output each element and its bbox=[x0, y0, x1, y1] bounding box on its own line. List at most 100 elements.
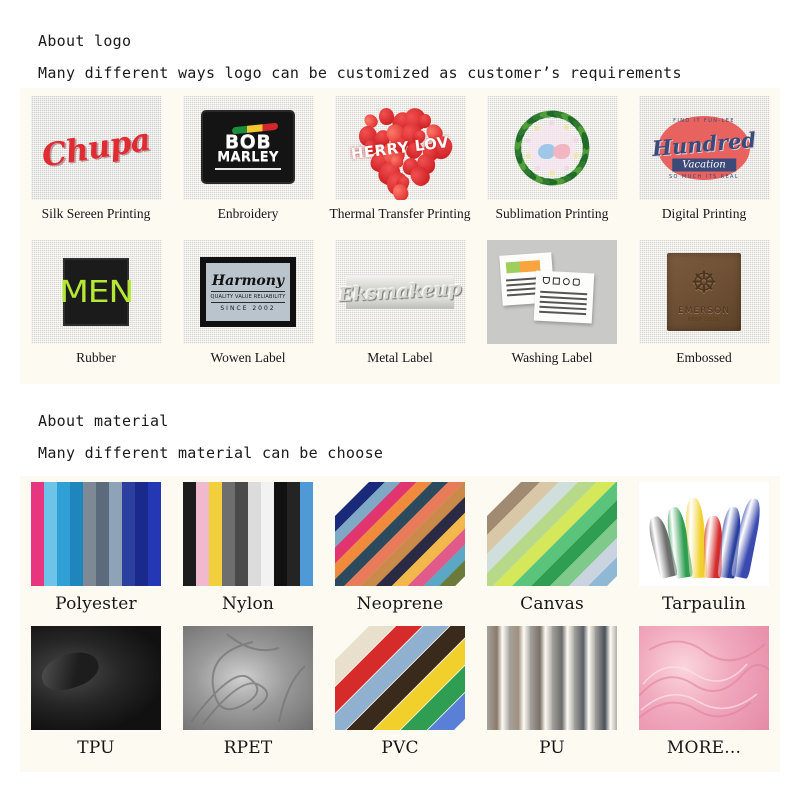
care-label-back bbox=[533, 270, 595, 324]
material-section-title: About material bbox=[38, 412, 169, 430]
material-item-label: TPU bbox=[77, 738, 115, 758]
emerson-subtext: KEEP COOL bbox=[687, 317, 721, 323]
wreath-flower bbox=[549, 120, 555, 126]
fabric-strip bbox=[83, 482, 96, 586]
fabric-strip bbox=[109, 482, 122, 586]
material-item-more[interactable]: MORE... bbox=[628, 626, 780, 758]
logo-item-metal-label[interactable]: Eksmakeup Metal Label bbox=[324, 240, 476, 366]
logo-item-embroidery[interactable]: BOB MARLEY Enbroidery bbox=[172, 96, 324, 222]
fabric-strip bbox=[31, 482, 44, 586]
vacation-ribbon: Vacation bbox=[672, 158, 736, 172]
fabric-strip bbox=[274, 482, 287, 586]
fabric-strip bbox=[222, 482, 235, 586]
pu-roll bbox=[508, 626, 531, 730]
material-grid-row-2: TPU RPET PVC PU MORE... bbox=[20, 626, 780, 758]
nylon-image bbox=[183, 482, 313, 586]
washing-label-image bbox=[487, 240, 617, 344]
wreath-flower bbox=[549, 170, 555, 176]
pu-roll bbox=[595, 626, 617, 730]
fabric-strip bbox=[57, 482, 70, 586]
embroidery-image: BOB MARLEY bbox=[183, 96, 313, 200]
thermal-transfer-image: HERRY LOV bbox=[335, 96, 465, 200]
logo-item-label: Rubber bbox=[76, 350, 116, 365]
fabric-strip bbox=[44, 482, 57, 586]
material-item-rpet[interactable]: RPET bbox=[172, 626, 324, 758]
logo-item-woven-label[interactable]: Harmony QUALITY VALUE RELIABILITY SINCE … bbox=[172, 240, 324, 366]
bob-text: BOB bbox=[224, 130, 272, 153]
harmony-tagline: QUALITY VALUE RELIABILITY bbox=[210, 293, 286, 300]
digital-printing-image: FIND IT FUN-LEE Hundred Vacation SO MUCH… bbox=[639, 96, 769, 200]
material-item-canvas[interactable]: Canvas bbox=[476, 482, 628, 614]
material-grid-row-1: Polyester Nylon Neoprene Canvas Tarpauli… bbox=[20, 482, 780, 614]
wreath-flower bbox=[525, 138, 531, 144]
logo-item-label: Wowen Label bbox=[210, 350, 286, 365]
men-text: MEN bbox=[59, 274, 134, 310]
fabric-strip bbox=[70, 482, 83, 586]
pu-roll bbox=[573, 626, 596, 730]
logo-item-label: Digital Printing bbox=[661, 206, 747, 221]
fabric-strip bbox=[300, 482, 313, 586]
polyester-image bbox=[31, 482, 161, 586]
wreath-flower bbox=[525, 153, 531, 159]
material-item-pvc[interactable]: PVC bbox=[324, 626, 476, 758]
logo-section-subtitle: Many different ways logo can be customiz… bbox=[38, 64, 682, 82]
material-item-label: Polyester bbox=[55, 594, 137, 614]
tarpaulin-image bbox=[639, 482, 769, 586]
wreath-flower bbox=[573, 152, 579, 158]
fabric-strip bbox=[261, 482, 274, 586]
logo-item-label: Washing Label bbox=[511, 350, 593, 365]
harmony-since: SINCE 2002 bbox=[220, 304, 276, 312]
woven-label-image: Harmony QUALITY VALUE RELIABILITY SINCE … bbox=[183, 240, 313, 344]
fabric-strip bbox=[287, 482, 300, 586]
material-item-tpu[interactable]: TPU bbox=[20, 626, 172, 758]
fabric-strip bbox=[196, 482, 209, 586]
wreath-flower bbox=[563, 124, 570, 131]
material-item-polyester[interactable]: Polyester bbox=[20, 482, 172, 614]
wreath-flower bbox=[534, 125, 540, 131]
logo-item-thermal-transfer[interactable]: HERRY LOV Thermal Transfer Printing bbox=[324, 96, 476, 222]
pu-roll bbox=[530, 626, 553, 730]
rpet-image bbox=[183, 626, 313, 730]
material-item-label: Nylon bbox=[221, 594, 275, 614]
logo-grid-row-2: MEN Rubber Harmony QUALITY VALUE RELIABI… bbox=[20, 240, 780, 366]
catalog-page: About logo Many different ways logo can … bbox=[0, 0, 800, 800]
pu-image bbox=[487, 626, 617, 730]
logo-item-digital-printing[interactable]: FIND IT FUN-LEE Hundred Vacation SO MUCH… bbox=[628, 96, 780, 222]
fabric-strip bbox=[183, 482, 196, 586]
fabric-strip bbox=[96, 482, 109, 586]
logo-item-label: Metal Label bbox=[367, 350, 433, 365]
material-section-subtitle: Many different material can be choose bbox=[38, 444, 384, 462]
material-item-label: Tarpaulin bbox=[662, 594, 746, 614]
material-item-tarpaulin[interactable]: Tarpaulin bbox=[628, 482, 780, 614]
men-rubber-patch: MEN bbox=[59, 258, 134, 326]
logo-panel: Chupa Silk Sereen Printing BOB MARLEY En… bbox=[20, 88, 780, 384]
pvc-image bbox=[335, 626, 465, 730]
wreath-flower bbox=[564, 165, 570, 171]
fabric-strip bbox=[148, 482, 161, 586]
pu-roll bbox=[552, 626, 574, 730]
material-item-label: RPET bbox=[223, 738, 273, 758]
wreath-flower bbox=[534, 165, 541, 172]
emerson-name: EMERSON bbox=[678, 306, 730, 316]
logo-item-embossed[interactable]: ☸ EMERSON KEEP COOL Embossed bbox=[628, 240, 780, 366]
sublimation-image bbox=[487, 96, 617, 200]
logo-item-washing-label[interactable]: Washing Label bbox=[476, 240, 628, 366]
leather-patch: ☸ EMERSON KEEP COOL bbox=[667, 253, 741, 331]
fabric-strip bbox=[248, 482, 261, 586]
material-item-nylon[interactable]: Nylon bbox=[172, 482, 324, 614]
material-item-neoprene[interactable]: Neoprene bbox=[324, 482, 476, 614]
pink-bird-icon bbox=[553, 144, 570, 159]
logo-item-rubber[interactable]: MEN Rubber bbox=[20, 240, 172, 366]
material-item-pu[interactable]: PU bbox=[476, 626, 628, 758]
logo-item-label: Thermal Transfer Printing bbox=[329, 206, 471, 221]
marley-text: MARLEY bbox=[217, 149, 279, 165]
logo-item-silk-screen[interactable]: Chupa Silk Sereen Printing bbox=[20, 96, 172, 222]
material-item-label: MORE... bbox=[666, 738, 742, 758]
logo-item-sublimation[interactable]: Sublimation Printing bbox=[476, 96, 628, 222]
neoprene-image bbox=[335, 482, 465, 586]
wreath-flower bbox=[573, 137, 579, 143]
bob-marley-patch: BOB MARLEY bbox=[201, 110, 295, 184]
badge-arc-bottom: SO MUCH ITS REAL bbox=[668, 174, 740, 180]
material-item-label: Neoprene bbox=[356, 594, 444, 614]
logo-item-label: Embossed bbox=[676, 350, 732, 365]
